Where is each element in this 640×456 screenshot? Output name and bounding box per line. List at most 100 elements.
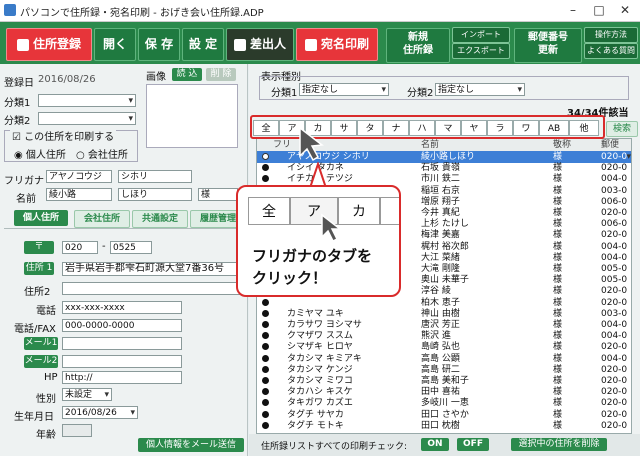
gender-label: 性別 <box>36 394 56 405</box>
export-button[interactable]: エクスポート <box>452 43 510 59</box>
fax-input[interactable]: 000-0000-0000 <box>62 319 182 332</box>
print-flag-icon[interactable] <box>262 410 269 418</box>
name-first-input[interactable]: しほり <box>118 188 192 201</box>
zip2-input[interactable]: 0525 <box>110 241 152 254</box>
print-on-button[interactable]: ON <box>421 438 449 451</box>
minimize-icon[interactable]: – <box>560 2 586 18</box>
cell-zip: 020-0 <box>601 376 628 386</box>
address-print-button[interactable]: 宛名印刷 <box>296 28 378 61</box>
furigana-first-input[interactable]: シホリ <box>118 170 192 183</box>
print-flag-icon[interactable] <box>262 343 269 351</box>
table-row[interactable]: シマザキ ヒロヤ 島崎 弘也 様 020-0 <box>257 341 631 353</box>
register-label: 住所登録 <box>32 37 81 51</box>
print-checkbox[interactable]: ☑ この住所を印刷する <box>10 128 117 143</box>
reg-date-label: 登録日 <box>4 78 34 89</box>
maximize-icon[interactable]: □ <box>586 2 612 18</box>
faq-button[interactable]: よくある質問 <box>584 43 638 59</box>
image-load-button[interactable]: 読 込 <box>172 68 202 81</box>
birth-select[interactable]: 2016/08/26 <box>62 406 138 419</box>
cell-kanji: 稲垣 右京 <box>421 185 460 196</box>
cell-zip: 006-0 <box>601 219 628 230</box>
settings-button[interactable]: 設 定 <box>182 28 224 61</box>
mail2-button[interactable]: メール2 <box>24 355 58 368</box>
tel-input[interactable]: xxx-xxx-xxxx <box>62 301 182 314</box>
zoom-tab-partial <box>380 197 399 225</box>
table-row[interactable]: クマザワ ススム 熊沢 進 様 004-0 <box>257 330 631 342</box>
name-last-input[interactable]: 綾小路 <box>46 188 112 201</box>
postal-update-button[interactable]: 郵便番号 更新 <box>514 28 582 63</box>
zip1-input[interactable]: 020 <box>62 241 98 254</box>
hp-input[interactable]: http:// <box>62 371 182 384</box>
print-flag-icon[interactable] <box>262 365 269 373</box>
table-row[interactable]: カミヤマ ユキ 神山 由樹 様 003-0 <box>257 308 631 320</box>
new-addressbook-button[interactable]: 新規 住所録 <box>386 28 450 63</box>
close-icon[interactable]: ✕ <box>612 2 638 18</box>
print-off-button[interactable]: OFF <box>457 438 489 451</box>
address1-button[interactable]: 住所 1 <box>24 262 54 275</box>
zip-button[interactable]: 〒 <box>24 241 54 254</box>
delete-selected-button[interactable]: 選択中の住所を削除 <box>511 438 607 451</box>
radio-personal-label: 個人住所 <box>25 150 66 161</box>
sender-button[interactable]: 差出人 <box>226 28 294 61</box>
tel-label: 電話 <box>36 306 56 317</box>
image-delete-button[interactable]: 削 除 <box>206 68 236 81</box>
filter-cat2-select[interactable]: 指定なし <box>435 83 525 96</box>
table-row[interactable]: タカシマ キミアキ 高島 公顕 様 004-0 <box>257 353 631 365</box>
mail1-button[interactable]: メール1 <box>24 337 58 350</box>
print-flag-icon[interactable] <box>262 298 269 306</box>
mail2-input[interactable] <box>62 355 182 368</box>
table-row[interactable]: タカシマ ケンジ 高島 研二 様 020-0 <box>257 364 631 376</box>
cell-zip: 020-0 <box>601 364 628 375</box>
send-mail-button[interactable]: 個人情報をメール送信 <box>138 438 244 452</box>
gender-select[interactable]: 未設定 <box>62 388 112 401</box>
print-flag-icon[interactable] <box>262 321 269 328</box>
filter-cat1-select[interactable]: 指定なし <box>299 83 389 96</box>
print-check-all-label: 住所録リストすべての印刷チェック: <box>261 442 408 452</box>
save-button[interactable]: 保 存 <box>138 28 180 61</box>
honorific-input[interactable]: 様 <box>198 188 238 201</box>
person-icon <box>233 38 246 51</box>
print-flag-icon[interactable] <box>262 175 269 183</box>
mail1-input[interactable] <box>62 337 182 350</box>
print-flag-icon[interactable] <box>262 164 269 172</box>
print-flag-icon[interactable] <box>262 388 269 396</box>
print-flag-icon[interactable] <box>262 399 269 407</box>
table-row[interactable]: タカハシ キスケ 田中 喜祐 様 020-0 <box>257 386 631 398</box>
manual-button[interactable]: 操作方法 <box>584 27 638 43</box>
cell-zip: 020-0 <box>601 208 628 218</box>
register-address-button[interactable]: 住所登録 <box>6 28 92 61</box>
cell-kanji: 大江 菜緒 <box>421 252 460 263</box>
open-button[interactable]: 開く <box>94 28 136 61</box>
tab-personal-address[interactable]: 個人住所 <box>14 210 68 226</box>
cell-zip: 020-0 <box>601 152 628 162</box>
address1-input[interactable]: 岩手県岩手郡雫石町源大堂7番36号 <box>62 262 244 276</box>
age-label: 年齢 <box>36 430 56 441</box>
search-button[interactable]: 検索 <box>606 121 638 137</box>
cell-kana: クマザワ ススム <box>287 331 353 342</box>
print-flag-icon[interactable] <box>262 153 269 160</box>
cell-title: 様 <box>553 152 563 162</box>
cat1-select[interactable] <box>38 94 136 107</box>
divider <box>4 228 244 229</box>
table-row[interactable]: タグチ モトキ 田口 枕樹 様 020-0 <box>257 420 631 432</box>
table-row[interactable]: カラサワ ヨシマサ 唐沢 芳正 様 004-0 <box>257 319 631 331</box>
cell-kanji: 田口 枕樹 <box>421 420 460 431</box>
address2-input[interactable] <box>62 282 244 295</box>
cat2-select[interactable] <box>38 112 136 125</box>
tab-common-settings[interactable]: 共通設定 <box>132 210 188 228</box>
table-row[interactable]: タキガワ カズエ 多岐川 一恵 様 020-0 <box>257 397 631 409</box>
furigana-last-input[interactable]: アヤノコウジ <box>46 170 112 183</box>
print-flag-icon[interactable] <box>262 377 269 384</box>
table-row[interactable]: タグチ サヤカ 田口 さやか 様 020-0 <box>257 409 631 421</box>
radio-personal[interactable]: ◉ 個人住所 <box>14 146 66 161</box>
import-button[interactable]: インポート <box>452 27 510 43</box>
window-title: パソコンで住所録・宛名印刷 - おげき会い住所録.ADP <box>20 8 264 19</box>
print-flag-icon[interactable] <box>262 309 269 317</box>
print-flag-icon[interactable] <box>262 354 269 362</box>
print-flag-icon[interactable] <box>262 332 269 340</box>
print-flag-icon[interactable] <box>262 421 269 429</box>
table-row[interactable]: タカシマ ミワコ 高島 美和子 様 020-0 <box>257 375 631 387</box>
tab-company-address[interactable]: 会社住所 <box>74 210 130 228</box>
radio-company[interactable]: ○ 会社住所 <box>76 146 128 161</box>
table-row[interactable]: 柏木 恵子 様 020-0 <box>257 297 631 309</box>
